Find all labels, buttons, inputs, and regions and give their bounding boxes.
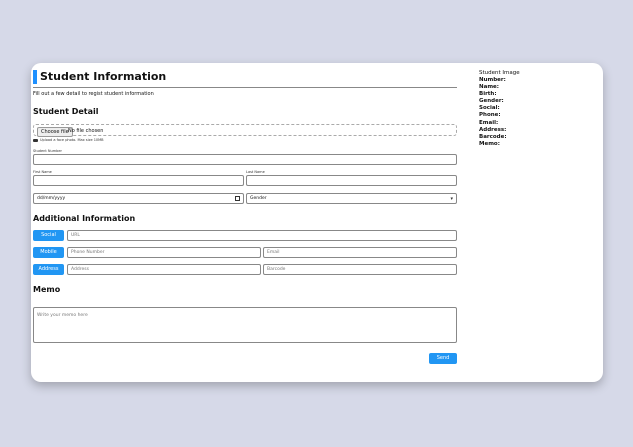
address-tag: Address — [33, 264, 64, 275]
title-row: Student Information — [33, 69, 457, 85]
student-image: Student Image — [479, 70, 520, 76]
preview-phone: Phone: — [479, 112, 501, 119]
student-number-label: Student Number — [33, 149, 62, 153]
page-subtitle: Fill out a few detail to regist student … — [33, 91, 154, 97]
student-number-input[interactable] — [33, 154, 457, 165]
file-status: No file chosen — [68, 128, 104, 134]
preview-name: Name: — [479, 84, 499, 91]
student-preview: Student Image Number: Name: Birth: Gende… — [479, 70, 589, 148]
preview-email: Email: — [479, 119, 499, 126]
student-detail-heading: Student Detail — [33, 107, 99, 116]
chevron-down-icon: ▾ — [450, 196, 453, 202]
email-input[interactable]: Email — [263, 247, 457, 258]
last-name-input[interactable] — [246, 175, 457, 186]
page-title: Student Information — [40, 70, 167, 83]
phone-input[interactable]: Phone Number — [67, 247, 261, 258]
gender-select[interactable]: Gender ▾ — [246, 193, 457, 204]
preview-barcode: Barcode: — [479, 133, 507, 140]
preview-gender: Gender: — [479, 98, 504, 105]
send-button[interactable]: Send — [429, 353, 457, 364]
url-input[interactable]: URL — [67, 230, 457, 241]
address-input[interactable]: Address — [67, 264, 261, 275]
birth-date-placeholder: dd/mm/yyyy — [37, 196, 66, 201]
first-name-label: First Name — [33, 170, 52, 174]
first-name-input[interactable] — [33, 175, 244, 186]
calendar-icon[interactable] — [235, 196, 240, 201]
birth-date-input[interactable]: dd/mm/yyyy — [33, 193, 244, 204]
upload-hint: Upload a face photo. Max size 10MB — [33, 138, 104, 142]
title-accent-bar — [33, 70, 37, 84]
form-main: Student Information Fill out a few detai… — [33, 69, 457, 364]
additional-info-heading: Additional Information — [33, 214, 136, 223]
mobile-tag: Mobile — [33, 247, 64, 258]
memo-textarea[interactable]: Write your memo here — [33, 307, 457, 343]
photo-upload-dropzone[interactable]: Choose file No file chosen — [33, 124, 457, 137]
last-name-label: Last Name — [246, 170, 265, 174]
preview-social: Social: — [479, 105, 500, 112]
memo-heading: Memo — [33, 285, 61, 294]
upload-hint-text: Upload a face photo. Max size 10MB — [40, 138, 104, 142]
student-form-card: Student Information Fill out a few detai… — [31, 63, 603, 382]
preview-memo: Memo: — [479, 140, 500, 147]
title-divider — [33, 87, 457, 88]
preview-birth: Birth: — [479, 91, 497, 98]
social-tag: Social — [33, 230, 64, 241]
barcode-input[interactable]: Barcode — [263, 264, 457, 275]
gender-selected: Gender — [250, 196, 267, 201]
preview-number: Number: — [479, 77, 506, 83]
camera-icon — [33, 138, 38, 142]
preview-address: Address: — [479, 126, 507, 133]
